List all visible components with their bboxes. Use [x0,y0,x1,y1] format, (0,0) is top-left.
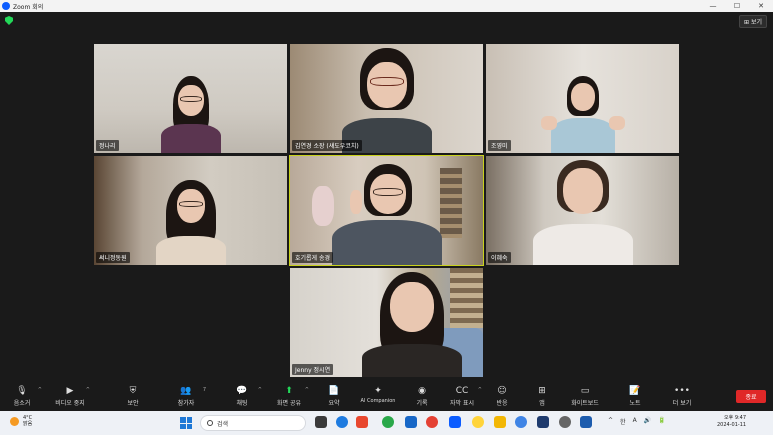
meeting-stage: ⊞ 보기 정나리 김연경 소장 (섀도우코치) 조영미 써니정동원 호기롭게 송… [0,12,773,383]
sun-icon [10,416,19,426]
video-tile[interactable]: 써니정동원 [94,156,287,265]
kakaotalk-icon[interactable] [472,416,484,428]
windows-taskbar: 4°C 맑음 검색 ^ 한 A 🔊 🔋 오후 9:47 2024-01-11 [0,411,773,435]
close-button[interactable]: ✕ [749,2,773,10]
apps-icon: ⊞ [538,385,546,396]
zoom-window: Zoom 회의 — ☐ ✕ ⊞ 보기 정나리 김연경 소장 (섀도우코치) 조영… [0,0,773,435]
maximize-button[interactable]: ☐ [725,2,749,10]
chat-icon: 💬 [236,385,248,396]
participant-count: 7 [202,387,206,393]
participants-icon: 👥 [180,385,192,396]
participant-name: 이혜숙 [488,252,511,263]
security-button[interactable]: ⛨ 보안 [111,385,155,411]
summary-icon: 📄 [328,385,340,396]
reaction-icon: ☺ [497,385,507,396]
chrome-icon[interactable] [426,416,438,428]
chevron-up-icon[interactable]: ^ [258,387,262,393]
record-icon: ◉ [418,385,426,396]
start-button[interactable] [180,417,192,429]
participant-name: 써니정동원 [96,252,130,263]
mic-icon: 🎙 [16,385,28,396]
video-tile[interactable]: 김연경 소장 (섀도우코치) [290,44,483,153]
clock-time: 오후 9:47 [724,415,747,421]
cc-icon: CC [455,385,469,396]
view-button[interactable]: ⊞ 보기 [739,15,767,28]
chevron-up-icon[interactable]: ^ [305,387,309,393]
taskbar-search[interactable]: 검색 [200,415,306,431]
zoom-icon[interactable] [449,416,461,428]
captions-button[interactable]: CC 자막 표시 ^ [440,385,484,411]
reactions-button[interactable]: ☺ 반응 [480,385,524,411]
shield-icon: ⛨ [129,385,137,396]
weather-widget[interactable]: 4°C 맑음 [10,415,32,427]
system-tray: ^ 한 A 🔊 🔋 [608,417,666,426]
clock-date: 2024-01-11 [717,422,747,428]
window-controls: — ☐ ✕ [701,2,773,10]
bookshelf [440,168,462,238]
font-indicator[interactable]: A [633,417,637,426]
volume-icon[interactable]: 🔊 [644,417,651,426]
sparkle-icon: ✦ [374,385,382,396]
summary-button[interactable]: 📄 요약 [312,385,356,411]
ai-companion-button[interactable]: ✦ AI Companion [356,385,400,411]
apps-button[interactable]: ⊞ 앱 [520,385,564,411]
participant-name: 김연경 소장 (섀도우코치) [292,140,362,151]
chevron-up-icon[interactable]: ^ [86,387,90,393]
file-explorer-icon[interactable] [494,416,506,428]
app-icon[interactable] [382,416,394,428]
video-tile[interactable]: 정나리 [94,44,287,153]
battery-icon[interactable]: 🔋 [658,417,665,426]
mute-button[interactable]: 🎙 음소거 ^ [0,385,44,411]
app-icon[interactable] [405,416,417,428]
more-button[interactable]: ••• 더 보기 [660,385,704,411]
record-button[interactable]: ◉ 기록 [400,385,444,411]
video-tile[interactable]: 이혜숙 [486,156,679,265]
app-icon[interactable] [515,416,527,428]
zoom-logo-icon [2,2,10,10]
participant-name: 조영미 [488,140,511,151]
notes-button[interactable]: 📝 노트 [613,385,657,411]
whiteboard-button[interactable]: ▭ 화이트보드 [563,385,607,411]
app-icon[interactable] [537,416,549,428]
search-icon [207,420,213,426]
encryption-shield-icon[interactable] [5,16,13,25]
chat-button[interactable]: 💬 채팅 ^ [220,385,264,411]
share-screen-icon: ⬆ [285,385,293,396]
edge-icon[interactable] [336,416,348,428]
video-tile-active-speaker[interactable]: 호기롭게 송경 [289,155,484,266]
end-meeting-button[interactable]: 종료 [736,390,766,403]
video-icon: ▶ [66,385,74,396]
ime-indicator[interactable]: 한 [620,417,626,426]
stop-video-button[interactable]: ▶ 비디오 중지 ^ [48,385,92,411]
more-icon: ••• [674,385,690,396]
settings-icon[interactable] [559,416,571,428]
minimize-button[interactable]: — [701,2,725,10]
chevron-up-icon[interactable]: ^ [38,387,42,393]
video-tile[interactable]: Jenny 정시연 [290,268,483,377]
participants-button[interactable]: 👥 참가자 7 [164,385,208,411]
weather-desc: 맑음 [23,421,33,427]
title-bar: Zoom 회의 — ☐ ✕ [0,0,773,12]
tray-overflow-icon[interactable]: ^ [608,417,613,426]
app-icon[interactable] [580,416,592,428]
whiteboard-icon: ▭ [580,385,590,396]
notes-icon: 📝 [629,385,641,396]
video-tile[interactable]: 조영미 [486,44,679,153]
share-screen-button[interactable]: ⬆ 화면 공유 ^ [267,385,311,411]
taskview-icon[interactable] [315,416,327,428]
meeting-toolbar: 🎙 음소거 ^ ▶ 비디오 중지 ^ ⛨ 보안 👥 참가자 7 💬 채팅 ^ ⬆ 화면 공유 ^ 📄 요… [0,383,773,411]
app-icon[interactable] [356,416,368,428]
participant-name: Jenny 정시연 [292,364,334,375]
participant-name: 호기롭게 송경 [292,252,334,263]
participant-name: 정나리 [96,140,119,151]
window-title: Zoom 회의 [13,3,44,11]
system-clock[interactable]: 오후 9:47 2024-01-11 [717,415,746,429]
